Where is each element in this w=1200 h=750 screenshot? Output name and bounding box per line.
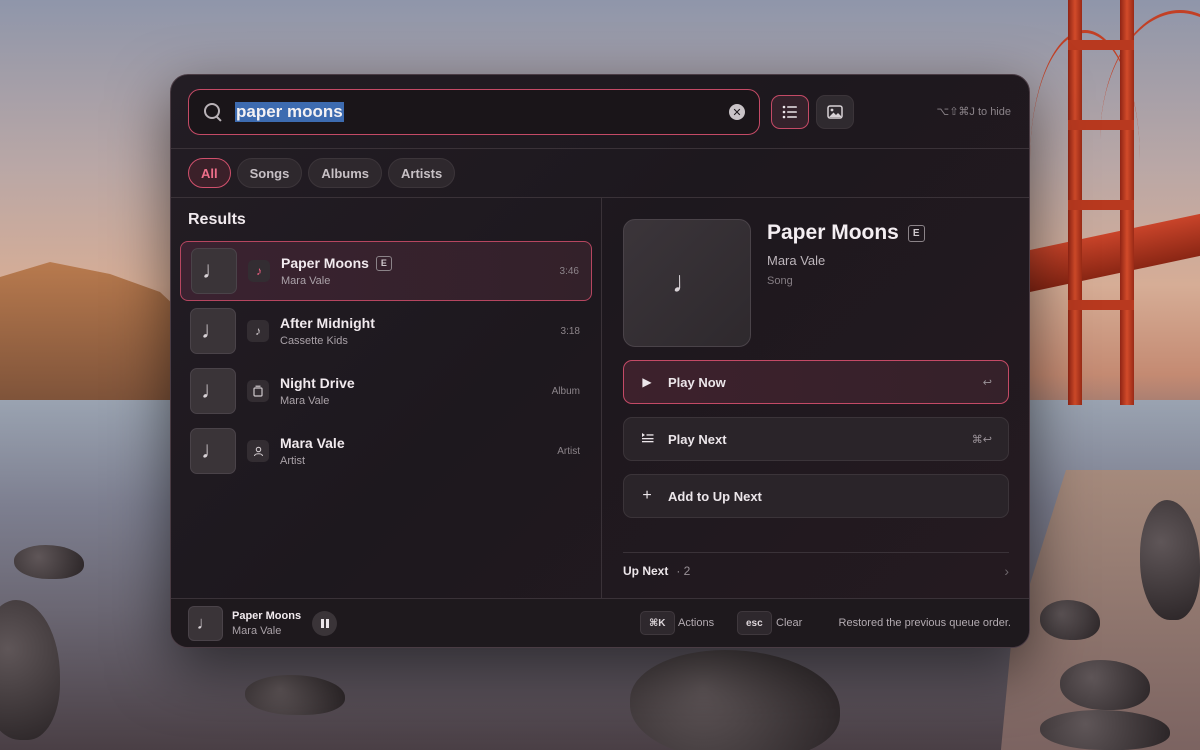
actions-shortcut-key[interactable]: ⌘K	[640, 611, 675, 635]
music-search-window: paper moons ✕ ⌥⇧⌘J to hide All Songs Alb…	[170, 74, 1030, 648]
divider	[171, 197, 1029, 198]
action-shortcut: ⌘↩	[971, 433, 992, 446]
chevron-right-icon: ›	[1004, 563, 1009, 579]
play-next-button[interactable]: Play Next ⌘↩	[623, 417, 1009, 461]
add-to-up-next-button[interactable]: + Add to Up Next	[623, 474, 1009, 518]
list-view-button[interactable]	[771, 95, 809, 129]
filter-songs[interactable]: Songs	[236, 158, 303, 188]
result-duration: 3:46	[559, 265, 579, 277]
filter-albums[interactable]: Albums	[308, 158, 383, 188]
person-icon	[247, 440, 269, 462]
clear-label: Clear	[776, 617, 803, 629]
footer-bar: ♩ Paper Moons Mara Vale ⌘K Actions esc C…	[171, 598, 1029, 647]
play-icon: ▶	[642, 375, 652, 389]
up-next-row[interactable]: Up Next · 2 ›	[623, 563, 1009, 579]
result-row-night-drive[interactable]: ♩ Night Drive Mara Vale Album	[180, 361, 592, 421]
divider	[171, 148, 1029, 149]
artwork-placeholder-icon: ♩	[190, 308, 236, 354]
artwork-placeholder-icon: ♩	[190, 428, 236, 474]
result-kind: Album	[551, 385, 580, 397]
image-icon	[827, 105, 843, 119]
detail-artist[interactable]: Mara Vale	[767, 253, 825, 268]
clear-shortcut-key[interactable]: esc	[737, 611, 772, 635]
search-input[interactable]: paper moons	[235, 102, 344, 122]
result-row-paper-moons[interactable]: ♩ ♪ Paper Moons E Mara Vale 3:46	[180, 241, 592, 301]
clear-search-icon[interactable]: ✕	[729, 104, 745, 120]
explicit-badge: E	[907, 224, 925, 242]
explicit-badge: E	[375, 255, 392, 271]
action-label: Add to Up Next	[668, 488, 762, 504]
up-next-label: Up Next	[623, 564, 669, 578]
divider	[623, 552, 1009, 553]
result-subtitle: Mara Vale	[280, 395, 330, 407]
actions-label: Actions	[678, 617, 715, 629]
result-title: After Midnight	[280, 315, 375, 331]
result-row-after-midnight[interactable]: ♩ ♪ After Midnight Cassette Kids 3:18	[180, 301, 592, 361]
search-icon	[203, 102, 223, 122]
filter-chips: All Songs Albums Artists	[188, 158, 456, 188]
list-icon	[782, 105, 797, 119]
result-subtitle: Cassette Kids	[280, 335, 348, 347]
artwork-view-button[interactable]	[816, 95, 854, 129]
artwork-placeholder-icon: ♩	[191, 248, 237, 294]
action-label: Play Next	[668, 431, 727, 447]
filter-all[interactable]: All	[188, 158, 231, 188]
results-list: ♩ ♪ Paper Moons E Mara Vale 3:46 ♩ ♪ Afte…	[180, 241, 592, 481]
album-icon	[247, 380, 269, 402]
detail-title-row: Paper Moons E	[767, 221, 925, 245]
up-next-count: · 2	[676, 564, 691, 578]
result-title: Paper Moons	[281, 255, 369, 271]
results-heading: Results	[188, 211, 246, 228]
now-playing-title: Paper Moons	[232, 610, 302, 622]
now-playing-artwork-icon: ♩	[188, 606, 223, 641]
detail-title: Paper Moons	[767, 221, 899, 244]
result-title: Night Drive	[280, 375, 355, 391]
filter-artists[interactable]: Artists	[388, 158, 456, 188]
action-label: Play Now	[668, 374, 726, 390]
play-now-button[interactable]: ▶ Play Now ↩	[623, 360, 1009, 404]
status-message: Restored the previous queue order.	[838, 617, 1011, 629]
detail-kind: Song	[767, 275, 793, 287]
detail-artwork-icon: ♩	[623, 219, 751, 347]
panel-divider	[601, 198, 602, 598]
pause-button[interactable]	[312, 611, 337, 636]
play-next-icon	[640, 432, 654, 446]
music-note-icon: ♪	[247, 320, 269, 342]
artwork-placeholder-icon: ♩	[190, 368, 236, 414]
search-box[interactable]: paper moons ✕	[188, 89, 760, 135]
now-playing-artist: Mara Vale	[232, 625, 282, 637]
result-subtitle: Artist	[280, 455, 306, 467]
result-kind: Artist	[557, 445, 580, 457]
pause-icon	[320, 619, 324, 628]
music-note-icon: ♪	[248, 260, 270, 282]
hide-shortcut-hint: ⌥⇧⌘J to hide	[936, 106, 1011, 118]
result-subtitle: Mara Vale	[281, 275, 331, 287]
action-shortcut: ↩	[982, 376, 992, 389]
result-title: Mara Vale	[280, 435, 345, 451]
plus-icon: +	[642, 487, 652, 504]
result-row-mara-vale[interactable]: ♩ Mara Vale Artist Artist	[180, 421, 592, 481]
result-duration: 3:18	[560, 325, 580, 337]
